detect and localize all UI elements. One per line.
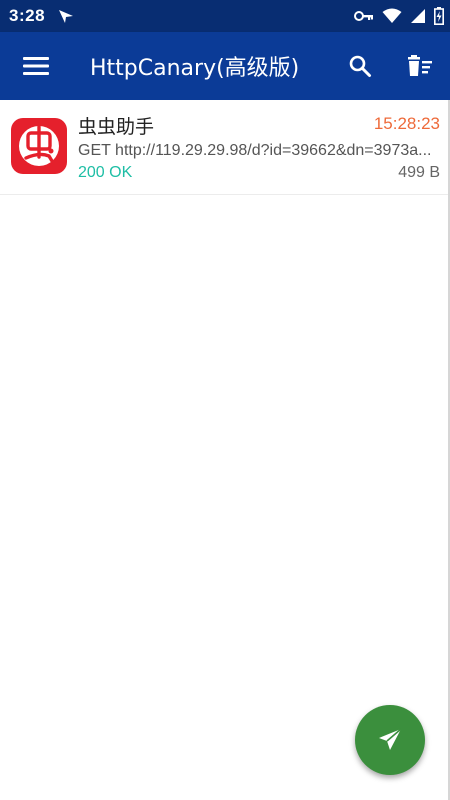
wifi-icon <box>382 8 402 23</box>
request-list: 虫虫助手 15:28:23 GET http://119.29.29.98/d?… <box>0 100 450 195</box>
request-row[interactable]: 虫虫助手 15:28:23 GET http://119.29.29.98/d?… <box>0 100 450 195</box>
status-bar: 3:28 <box>0 0 450 32</box>
response-status: 200 OK <box>78 164 133 181</box>
search-button[interactable] <box>340 46 380 86</box>
status-bar-time: 3:28 <box>9 6 46 25</box>
menu-button[interactable] <box>16 46 56 86</box>
app-bar: HttpCanary(高级版) <box>0 32 450 100</box>
navigation-arrow-icon <box>59 10 73 23</box>
cellular-signal-icon <box>411 9 425 23</box>
request-url: GET http://119.29.29.98/d?id=39662&dn=39… <box>78 142 432 159</box>
vpn-key-icon <box>354 11 373 21</box>
screen: 3:28 HttpCanary(高级版) 虫虫助手 15:28:23 GET h… <box>0 0 450 800</box>
response-size: 499 B <box>398 164 440 181</box>
hamburger-menu-icon <box>23 57 49 75</box>
app-title: HttpCanary(高级版) <box>90 56 300 81</box>
request-time: 15:28:23 <box>373 114 440 133</box>
search-icon <box>349 55 371 77</box>
send-fab-button[interactable] <box>355 705 425 775</box>
clear-all-icon <box>408 55 432 76</box>
status-bar-icons <box>354 7 444 25</box>
send-icon <box>379 728 402 750</box>
clear-all-button[interactable] <box>400 46 440 86</box>
chongchong-app-icon <box>11 118 67 174</box>
app-name: 虫虫助手 <box>78 116 155 138</box>
battery-charging-icon <box>434 7 444 25</box>
